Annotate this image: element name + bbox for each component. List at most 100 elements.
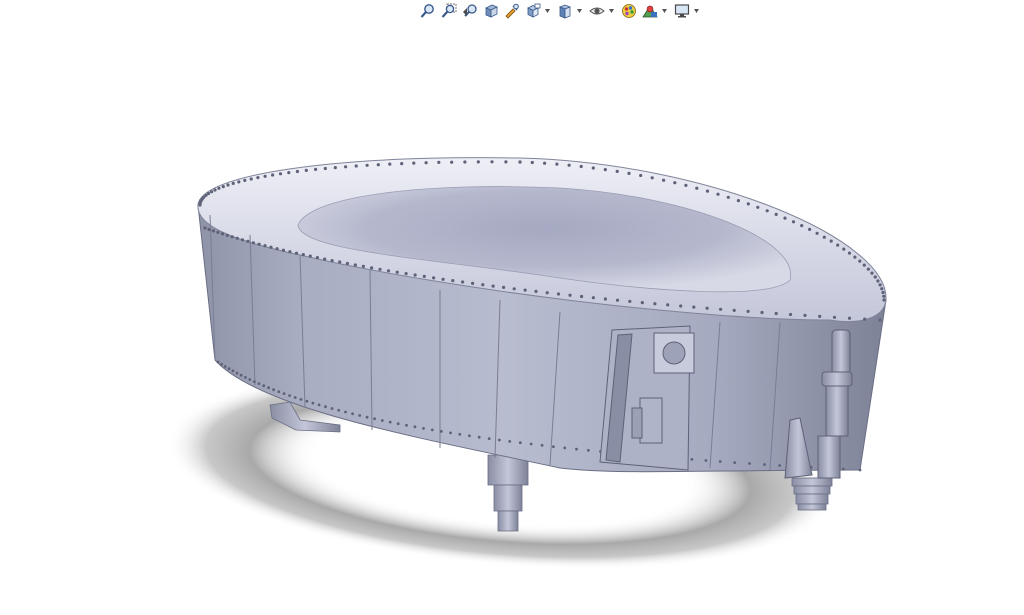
rivet xyxy=(719,307,723,311)
rivet xyxy=(842,467,845,471)
rivet xyxy=(529,442,533,446)
rivet xyxy=(487,437,491,440)
rivet xyxy=(311,401,315,405)
hatch-assembly xyxy=(599,325,695,471)
rivet xyxy=(395,270,399,274)
rivet xyxy=(373,417,376,421)
rivet xyxy=(450,160,454,164)
rivet xyxy=(337,408,341,412)
rivet xyxy=(543,161,547,165)
rivet xyxy=(288,250,292,254)
rivet xyxy=(235,236,239,240)
rivet xyxy=(344,165,348,169)
rivet xyxy=(853,255,857,259)
rivet xyxy=(221,185,225,189)
rivet xyxy=(815,231,819,235)
rivet xyxy=(330,259,334,263)
3d-model-view[interactable] xyxy=(0,0,1024,615)
rivet xyxy=(774,311,778,316)
rivet xyxy=(666,303,670,307)
rivet xyxy=(378,267,382,271)
graphics-area[interactable] xyxy=(0,0,1024,615)
rivet xyxy=(413,273,417,277)
rivet xyxy=(267,386,270,390)
rivet xyxy=(281,248,285,252)
rivet xyxy=(705,306,709,310)
rivet xyxy=(580,294,584,299)
rivet xyxy=(774,212,778,216)
rivet xyxy=(842,247,846,251)
rivet xyxy=(358,414,362,417)
rivet xyxy=(847,316,852,320)
rivet xyxy=(555,162,559,166)
rivet xyxy=(876,279,880,283)
rivet xyxy=(271,173,275,177)
rivet xyxy=(878,318,882,322)
rivet xyxy=(627,171,631,175)
rivet xyxy=(413,425,417,429)
rivet xyxy=(788,312,793,317)
rivet xyxy=(396,422,400,426)
rivet xyxy=(278,172,283,176)
rivet xyxy=(502,285,506,289)
rivet xyxy=(239,373,243,377)
rivet xyxy=(818,314,822,318)
rivet xyxy=(563,446,567,450)
rivet xyxy=(765,209,769,213)
rivet xyxy=(412,161,416,165)
rivet xyxy=(400,162,404,166)
rivet xyxy=(351,412,354,416)
rivet xyxy=(556,292,561,296)
rivet xyxy=(458,432,462,436)
rivet xyxy=(237,180,241,184)
rivet xyxy=(441,277,445,281)
rivet xyxy=(211,229,215,233)
rivet xyxy=(323,166,327,171)
rivet xyxy=(568,293,572,297)
rivet xyxy=(437,160,441,164)
rivet xyxy=(404,272,408,276)
rivet xyxy=(508,440,512,443)
rivet xyxy=(305,399,309,403)
rivet xyxy=(275,247,279,251)
rivet xyxy=(252,380,256,383)
rivet xyxy=(257,242,261,246)
rivet xyxy=(225,233,229,237)
rivet xyxy=(832,315,837,319)
rivet xyxy=(263,174,267,178)
rivet xyxy=(718,460,722,463)
rivet xyxy=(294,251,299,255)
rivet xyxy=(512,287,516,291)
rivet xyxy=(240,238,245,242)
rivet xyxy=(203,226,207,230)
rivet xyxy=(650,176,654,180)
rivet xyxy=(257,382,261,385)
rivet xyxy=(603,168,607,172)
rivet xyxy=(756,205,760,209)
rivet xyxy=(272,388,275,392)
rivet xyxy=(256,176,260,180)
rivet xyxy=(463,160,467,164)
rivet xyxy=(878,283,882,287)
rivet xyxy=(615,298,620,302)
rivet xyxy=(783,216,787,220)
rivet xyxy=(365,415,369,419)
rivet xyxy=(471,281,475,285)
rivet xyxy=(217,186,221,190)
rivet xyxy=(882,298,886,302)
rivet xyxy=(733,461,737,464)
rivet xyxy=(882,294,886,298)
rivet xyxy=(704,459,708,462)
rivet xyxy=(476,160,480,164)
rivet xyxy=(673,181,677,185)
rivet xyxy=(829,239,833,243)
rivet xyxy=(361,264,365,268)
rivet xyxy=(880,287,884,291)
rivet xyxy=(220,232,225,236)
rivet xyxy=(866,267,871,271)
rivet xyxy=(388,420,392,424)
rivet xyxy=(534,289,538,293)
rivet xyxy=(858,259,862,263)
rivet xyxy=(858,468,862,472)
rivet xyxy=(323,257,327,261)
